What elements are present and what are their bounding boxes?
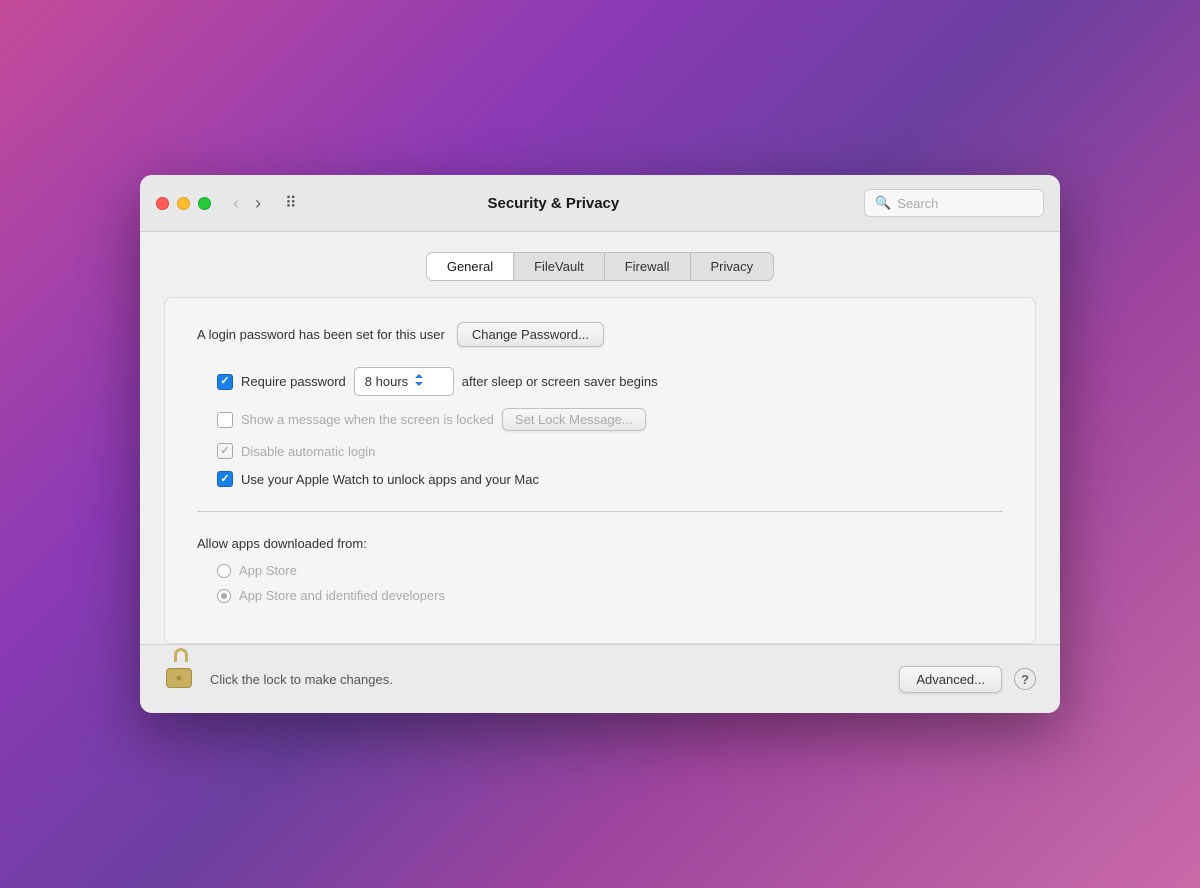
lock-shackle — [174, 648, 188, 662]
app-store-identified-label: App Store and identified developers — [239, 588, 445, 603]
back-button[interactable]: ‹ — [227, 192, 245, 214]
tab-group: General FileVault Firewall Privacy — [426, 252, 774, 281]
app-store-radio-row: App Store — [217, 563, 1003, 578]
require-password-label: Require password — [241, 374, 346, 389]
radio-group: App Store App Store and identified devel… — [197, 563, 1003, 603]
lock-text: Click the lock to make changes. — [210, 672, 887, 687]
allow-apps-section: Allow apps downloaded from: App Store Ap… — [197, 536, 1003, 603]
disable-autologin-row: ✓ Disable automatic login — [217, 443, 1003, 459]
set-lock-message-button[interactable]: Set Lock Message... — [502, 408, 646, 431]
lock-keyhole — [177, 676, 182, 681]
tab-privacy[interactable]: Privacy — [691, 253, 774, 280]
content-area: General FileVault Firewall Privacy A log… — [140, 232, 1060, 644]
close-button[interactable] — [156, 197, 169, 210]
lock-icon[interactable] — [164, 659, 198, 699]
titlebar: ‹ › ⠿ Security & Privacy 🔍 — [140, 175, 1060, 232]
traffic-lights — [156, 197, 211, 210]
show-message-row: Show a message when the screen is locked… — [217, 408, 1003, 431]
change-password-button[interactable]: Change Password... — [457, 322, 604, 347]
tab-filevault[interactable]: FileVault — [514, 253, 605, 280]
maximize-button[interactable] — [198, 197, 211, 210]
options-list: ✓ Require password 8 hours after sleep o… — [197, 367, 1003, 487]
dropdown-arrow-icon — [412, 371, 426, 392]
bottom-bar: Click the lock to make changes. Advanced… — [140, 644, 1060, 713]
section-divider — [197, 511, 1003, 512]
apple-watch-checkmark-icon: ✓ — [220, 474, 229, 485]
checkmark-dim-icon: ✓ — [220, 446, 229, 457]
search-input[interactable] — [897, 196, 1033, 211]
show-message-label: Show a message when the screen is locked — [241, 412, 494, 427]
tab-bar: General FileVault Firewall Privacy — [140, 232, 1060, 297]
allow-apps-title: Allow apps downloaded from: — [197, 536, 1003, 551]
login-password-text: A login password has been set for this u… — [197, 327, 445, 342]
system-preferences-window: ‹ › ⠿ Security & Privacy 🔍 General FileV… — [140, 175, 1060, 713]
help-button[interactable]: ? — [1014, 668, 1036, 690]
apple-watch-row: ✓ Use your Apple Watch to unlock apps an… — [217, 471, 1003, 487]
require-password-row: ✓ Require password 8 hours after sleep o… — [217, 367, 1003, 396]
app-store-label: App Store — [239, 563, 297, 578]
apple-watch-checkbox[interactable]: ✓ — [217, 471, 233, 487]
main-panel: A login password has been set for this u… — [164, 297, 1036, 644]
search-box[interactable]: 🔍 — [864, 189, 1044, 217]
after-sleep-text: after sleep or screen saver begins — [462, 374, 658, 389]
require-password-checkbox[interactable]: ✓ — [217, 374, 233, 390]
app-store-identified-radio-row: App Store and identified developers — [217, 588, 1003, 603]
checkmark-icon: ✓ — [220, 376, 229, 387]
app-store-identified-radio[interactable] — [217, 589, 231, 603]
login-password-row: A login password has been set for this u… — [197, 322, 1003, 347]
apple-watch-label: Use your Apple Watch to unlock apps and … — [241, 472, 539, 487]
tab-general[interactable]: General — [427, 253, 514, 280]
disable-autologin-checkbox[interactable]: ✓ — [217, 443, 233, 459]
search-icon: 🔍 — [875, 195, 891, 211]
lock-body — [166, 668, 192, 688]
tab-firewall[interactable]: Firewall — [605, 253, 691, 280]
window-title: Security & Privacy — [255, 195, 852, 212]
disable-autologin-label: Disable automatic login — [241, 444, 375, 459]
minimize-button[interactable] — [177, 197, 190, 210]
dropdown-value: 8 hours — [365, 374, 408, 389]
advanced-button[interactable]: Advanced... — [899, 666, 1002, 693]
app-store-radio[interactable] — [217, 564, 231, 578]
require-password-dropdown[interactable]: 8 hours — [354, 367, 454, 396]
show-message-checkbox[interactable] — [217, 412, 233, 428]
